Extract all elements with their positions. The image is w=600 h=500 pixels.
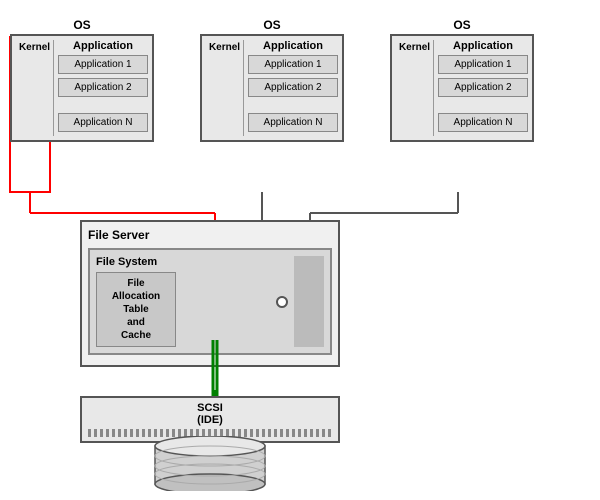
- fs-right-panel: [294, 256, 324, 347]
- os2-box: Kernel Application Application 1 Applica…: [200, 34, 344, 142]
- os1-kernel: Kernel: [16, 40, 54, 136]
- os1-label: OS: [10, 18, 154, 32]
- fat-cache-box: FileAllocationTableandCache: [96, 272, 176, 347]
- os2-apps: Application Application 1 Application 2 …: [248, 40, 338, 136]
- os2-kernel: Kernel: [206, 40, 244, 136]
- os1-box: Kernel Application Application 1 Applica…: [10, 34, 154, 142]
- os-node-1: OS Kernel Application Application 1 Appl…: [10, 18, 154, 142]
- os2-app1: Application 1: [248, 55, 338, 74]
- os2-label: OS: [200, 18, 344, 32]
- os3-label: OS: [390, 18, 534, 32]
- os2-app2: Application 2: [248, 78, 338, 97]
- scsi-label: SCSI(IDE): [88, 402, 332, 426]
- os3-kernel: Kernel: [396, 40, 434, 136]
- circle-connector: [276, 296, 288, 308]
- file-system-box: File System FileAllocationTableandCache: [88, 248, 332, 355]
- diagram-container: OS Kernel Application Application 1 Appl…: [0, 0, 600, 500]
- os3-appN: Application N: [438, 113, 528, 132]
- disk-cylinder: [150, 436, 270, 491]
- os3-app1: Application 1: [438, 55, 528, 74]
- os3-box: Kernel Application Application 1 Applica…: [390, 34, 534, 142]
- file-system-label: File System: [96, 256, 270, 268]
- os2-appN: Application N: [248, 113, 338, 132]
- os1-app1: Application 1: [58, 55, 148, 74]
- file-server-box: File Server File System FileAllocationTa…: [80, 220, 340, 367]
- os1-appN: Application N: [58, 113, 148, 132]
- os-node-3: OS Kernel Application Application 1 Appl…: [390, 18, 534, 142]
- os3-app2: Application 2: [438, 78, 528, 97]
- os1-apps: Application Application 1 Application 2 …: [58, 40, 148, 136]
- os1-app2: Application 2: [58, 78, 148, 97]
- os-node-2: OS Kernel Application Application 1 Appl…: [200, 18, 344, 142]
- file-server-title: File Server: [88, 228, 332, 242]
- os3-apps: Application Application 1 Application 2 …: [438, 40, 528, 136]
